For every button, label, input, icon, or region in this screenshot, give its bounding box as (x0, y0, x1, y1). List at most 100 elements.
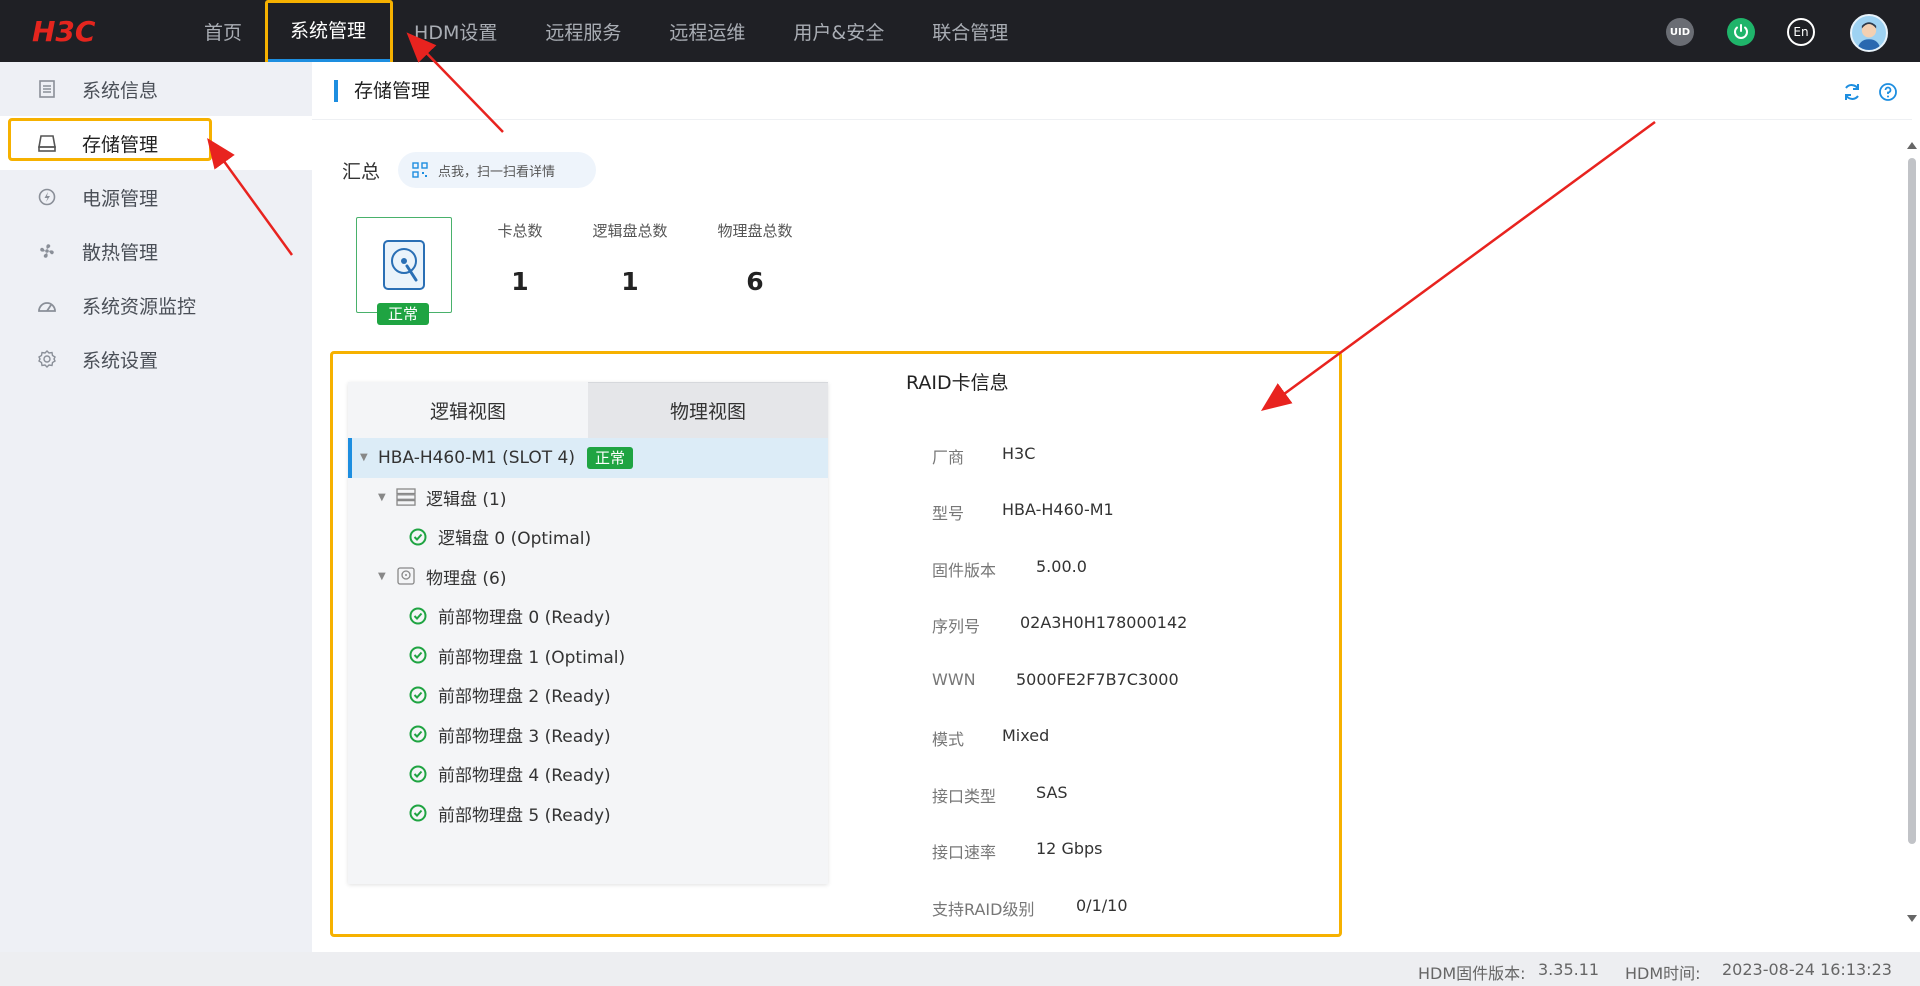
storage-tree-panel: 逻辑视图 物理视图 ▼ HBA-H460-M1 (SLOT 4) 正常 ▼ 逻辑… (348, 382, 828, 884)
tree-node-label: 前部物理盘 4 (Ready) (438, 766, 611, 787)
tree-node-raid-card[interactable]: ▼ HBA-H460-M1 (SLOT 4) 正常 (348, 438, 828, 478)
uid-button[interactable]: UID (1666, 18, 1694, 46)
scroll-down-arrow-icon[interactable] (1907, 915, 1917, 922)
info-row-firmware: 固件版本 5.00.0 (932, 557, 1087, 581)
h3c-logo[interactable]: H3C (32, 15, 124, 48)
info-key: 接口类型 (932, 787, 997, 806)
main-content: 存储管理 汇总 点我，扫一扫看详情 正常 卡总数 1 逻辑盘总数 1 物理盘总数… (312, 62, 1920, 952)
nav-hdm-settings[interactable]: HDM设置 (390, 0, 521, 62)
sidebar: 系统信息 存储管理 电源管理 散热管理 系统资源监控 系统设置 (0, 62, 312, 952)
info-row-interface-type: 接口类型 SAS (932, 783, 1068, 807)
firmware-version-value: 3.35.11 (1538, 960, 1600, 979)
check-circle-icon (408, 764, 428, 784)
nav-federation[interactable]: 联合管理 (908, 0, 1032, 62)
hdm-time-value: 2023-08-24 16:13:23 (1722, 960, 1892, 979)
sidebar-item-resource-monitor[interactable]: 系统资源监控 (0, 278, 312, 332)
tree-node-label: 前部物理盘 5 (Ready) (438, 805, 611, 826)
tree-node-label: 逻辑盘 0 (Optimal) (438, 529, 592, 550)
refresh-icon[interactable] (1842, 82, 1862, 102)
help-icon[interactable] (1878, 82, 1898, 102)
sidebar-item-label: 系统信息 (82, 79, 159, 102)
tree-node-physical-disk[interactable]: 前部物理盘 2 (Ready) (348, 675, 828, 715)
status-badge: 正常 (377, 303, 429, 325)
tree-node-label: HBA-H460-M1 (SLOT 4) (378, 447, 575, 468)
check-circle-icon (408, 527, 428, 547)
tree-node-physical-disk[interactable]: 前部物理盘 3 (Ready) (348, 715, 828, 755)
stat-value: 1 (511, 267, 529, 296)
sidebar-item-system-settings[interactable]: 系统设置 (0, 332, 312, 386)
tree-node-logical-disk[interactable]: 逻辑盘 0 (Optimal) (348, 517, 828, 557)
nav-highlight-box (265, 0, 393, 65)
tree-node-physical-disk[interactable]: 前部物理盘 4 (Ready) (348, 754, 828, 794)
info-value: 5000FE2F7B7C3000 (1016, 670, 1179, 689)
caret-down-icon[interactable]: ▼ (360, 452, 370, 463)
power-glyph (1734, 24, 1748, 39)
nav-remote-ops[interactable]: 远程运维 (645, 0, 769, 62)
language-button[interactable]: En (1787, 18, 1815, 46)
stat-value: 1 (621, 267, 639, 296)
nav-home[interactable]: 首页 (180, 0, 266, 62)
info-key: 模式 (932, 730, 965, 749)
info-value: 5.00.0 (1036, 557, 1087, 576)
tree-node-physical-group[interactable]: ▼ 物理盘 (6) (348, 557, 828, 597)
info-key: 型号 (932, 504, 965, 523)
view-tabs: 逻辑视图 物理视图 (348, 382, 828, 438)
info-value: 02A3H0H178000142 (1020, 613, 1188, 632)
stat-card-total: 卡总数 1 (487, 220, 553, 296)
logo-graphic: H3C (32, 15, 96, 48)
status-badge: 正常 (587, 446, 634, 469)
stat-label: 物理盘总数 (717, 222, 793, 240)
language-label: En (1793, 25, 1809, 39)
tree-node-label: 物理盘 (6) (426, 568, 507, 589)
nav-remote-service[interactable]: 远程服务 (521, 0, 645, 62)
check-circle-icon (408, 803, 428, 823)
tree-node-label: 前部物理盘 3 (Ready) (438, 726, 611, 747)
caret-down-icon[interactable]: ▼ (378, 571, 388, 582)
scroll-up-arrow-icon[interactable] (1907, 142, 1917, 149)
raid-info-title: RAID卡信息 (906, 372, 1009, 394)
info-key: 支持RAID级别 (932, 900, 1035, 919)
power-icon[interactable] (1727, 18, 1755, 46)
nav-user-security[interactable]: 用户&安全 (769, 0, 908, 62)
caret-down-icon[interactable]: ▼ (378, 492, 388, 503)
scroll-thumb[interactable] (1908, 158, 1916, 844)
info-key: 序列号 (932, 617, 981, 636)
stat-label: 卡总数 (497, 222, 543, 240)
sidebar-item-power[interactable]: 电源管理 (0, 170, 312, 224)
tree-node-physical-disk[interactable]: 前部物理盘 0 (Ready) (348, 596, 828, 636)
info-key: 固件版本 (932, 561, 997, 580)
avatar[interactable] (1850, 14, 1888, 52)
info-value: SAS (1036, 783, 1068, 802)
check-circle-icon (408, 645, 428, 665)
tree-node-physical-disk[interactable]: 前部物理盘 5 (Ready) (348, 794, 828, 834)
qr-details-button[interactable]: 点我，扫一扫看详情 (398, 152, 596, 188)
gear-icon (36, 348, 58, 370)
vertical-scrollbar[interactable] (1904, 140, 1920, 924)
info-value: HBA-H460-M1 (1002, 500, 1114, 519)
disk-icon (396, 566, 416, 586)
tree-node-label: 逻辑盘 (1) (426, 489, 507, 510)
info-key: 接口速率 (932, 843, 997, 862)
status-footer: HDM固件版本: 3.35.11 HDM时间: 2023-08-24 16:13… (0, 952, 1920, 986)
qr-button-label: 点我，扫一扫看详情 (438, 164, 556, 180)
hdm-time-label: HDM时间: (1625, 964, 1701, 983)
tree-node-label: 前部物理盘 1 (Optimal) (438, 647, 626, 668)
tab-logical-view[interactable]: 逻辑视图 (348, 382, 588, 438)
uid-label: UID (1669, 26, 1691, 38)
qr-code-icon (412, 162, 428, 178)
sidebar-item-system-info[interactable]: 系统信息 (0, 62, 312, 116)
storage-tree: ▼ HBA-H460-M1 (SLOT 4) 正常 ▼ 逻辑盘 (1) 逻辑盘 … (348, 438, 828, 833)
fan-icon (36, 240, 58, 262)
tree-node-label: 前部物理盘 2 (Ready) (438, 687, 611, 708)
info-key: 厂商 (932, 448, 965, 467)
sidebar-item-label: 系统设置 (82, 349, 159, 372)
info-value: Mixed (1002, 726, 1050, 745)
tree-node-physical-disk[interactable]: 前部物理盘 1 (Optimal) (348, 636, 828, 676)
info-value: 12 Gbps (1036, 839, 1103, 858)
tab-physical-view[interactable]: 物理视图 (588, 382, 828, 438)
check-circle-icon (408, 606, 428, 626)
tree-node-logical-group[interactable]: ▼ 逻辑盘 (1) (348, 478, 828, 518)
sidebar-item-cooling[interactable]: 散热管理 (0, 224, 312, 278)
info-value: H3C (1002, 444, 1036, 463)
avatar-icon (1857, 22, 1881, 50)
